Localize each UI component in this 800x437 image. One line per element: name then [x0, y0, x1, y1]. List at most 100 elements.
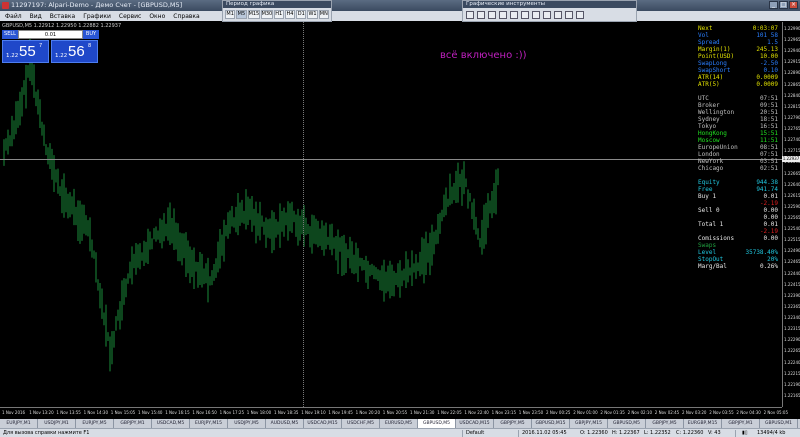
- info-label: Moscow: [698, 137, 720, 144]
- price-tick-label: 1.22965: [784, 37, 800, 43]
- price-tick-label: 1.22790: [784, 114, 800, 120]
- chart-tab[interactable]: GBPJPY,M5: [646, 419, 684, 428]
- crosshair-tool-icon[interactable]: [477, 11, 485, 19]
- ask-big-digits: 56: [68, 43, 85, 60]
- close-button[interactable]: ×: [789, 1, 798, 9]
- info-label: StopOut: [698, 256, 724, 263]
- sell-button[interactable]: SELL: [2, 30, 18, 39]
- chart-tab[interactable]: USDJPY,M1: [38, 419, 76, 428]
- connection-icon: ▮▯: [742, 430, 748, 436]
- chart-tab[interactable]: EURJPY,M15: [190, 419, 228, 428]
- info-value: 941.74: [756, 186, 778, 193]
- menu-help[interactable]: Справка: [173, 13, 199, 20]
- chart-tab[interactable]: GBPUSD,M5: [608, 419, 646, 428]
- timeframe-button-m30[interactable]: M30: [260, 10, 273, 19]
- timeframe-button-m15[interactable]: M15: [247, 10, 260, 19]
- time-tick-label: 1 Nov 16:50: [192, 410, 217, 415]
- price-tick-label: 1.22915: [784, 59, 800, 65]
- window-title: 11297197: Alpari-Demo - Демо Счет - [GBP…: [11, 1, 183, 9]
- info-row: Sydney 18:51: [698, 116, 778, 123]
- timeframe-button-d1[interactable]: D1: [296, 10, 307, 19]
- price-chart[interactable]: GBPUSD,M5 1.22912 1.22950 1.22882 1.2293…: [0, 22, 800, 419]
- info-value: -2.19: [759, 200, 778, 207]
- info-value: 35738.40%: [745, 249, 778, 256]
- info-label: Vol: [698, 32, 709, 39]
- minimize-button[interactable]: _: [769, 1, 778, 9]
- status-profile: Default: [466, 430, 485, 436]
- chart-tab[interactable]: GBPUSD,M1: [760, 419, 798, 428]
- current-price-label: 1.22937: [782, 156, 800, 162]
- price-tick-label: 1.22740: [784, 137, 800, 143]
- chart-tab[interactable]: GBPUSD,M15: [532, 419, 570, 428]
- chart-tab[interactable]: USDJPY,M5: [228, 419, 266, 428]
- chart-tab[interactable]: AUDUSD,M5: [266, 419, 304, 428]
- chart-tab[interactable]: EURUSD,M5: [380, 419, 418, 428]
- chart-tab[interactable]: GBPJPY,M1: [114, 419, 152, 428]
- info-value: 0.00: [763, 214, 778, 221]
- ask-prefix: 1.22: [55, 53, 68, 59]
- chart-tab[interactable]: USDCAD,M15: [304, 419, 342, 428]
- info-value: 0.01: [763, 221, 778, 228]
- chart-tab[interactable]: USDCAD,M15: [456, 419, 494, 428]
- chart-tab[interactable]: USDCHF,M5: [342, 419, 380, 428]
- info-label: Free: [698, 186, 713, 193]
- lot-size-input[interactable]: 0.01: [18, 30, 83, 39]
- chart-tab[interactable]: GBPJPY,M5: [494, 419, 532, 428]
- timeframe-button-m1[interactable]: M1: [225, 10, 236, 19]
- chart-tab[interactable]: USDCAD,M5: [152, 419, 190, 428]
- ask-quote-button[interactable]: 1.22 56 8: [51, 40, 98, 63]
- info-row: -2.19: [698, 200, 778, 207]
- vertical-line-tool-icon[interactable]: [488, 11, 496, 19]
- dropdown-tool-icon[interactable]: [576, 11, 584, 19]
- status-volume: V: 43: [708, 430, 721, 436]
- info-value: 02:51: [759, 165, 778, 172]
- timeframe-button-w1[interactable]: W1: [307, 10, 318, 19]
- info-label: Sydney: [698, 116, 720, 123]
- timeframe-button-h4[interactable]: H4: [284, 10, 296, 19]
- status-high: H: 1.22367: [612, 430, 640, 436]
- info-row: Total 1 0.01: [698, 221, 778, 228]
- timeframe-button-h1[interactable]: H1: [273, 10, 284, 19]
- buy-button[interactable]: BUY: [83, 30, 99, 39]
- trendline-tool-icon[interactable]: [510, 11, 518, 19]
- menu-view[interactable]: Вид: [30, 13, 42, 20]
- menu-tools[interactable]: Сервис: [119, 13, 141, 20]
- info-row: Swaps: [698, 242, 778, 249]
- price-tick-label: 1.22840: [784, 92, 800, 98]
- bid-quote-button[interactable]: 1.22 55 7: [2, 40, 49, 63]
- info-value: 08:51: [759, 144, 778, 151]
- chart-tab[interactable]: GBPJPY,M15: [570, 419, 608, 428]
- menu-insert[interactable]: Вставка: [50, 13, 75, 20]
- timeframe-button-mn[interactable]: MN: [318, 10, 329, 19]
- timeframes-toolbar-title: Период графика: [223, 1, 331, 8]
- info-row: Moscow 11:51: [698, 137, 778, 144]
- time-axis[interactable]: 1 Nov 2016 1 Nov 13:20 1 Nov 13:55 1 Nov 14…: [0, 407, 788, 419]
- bid-prefix: 1.22: [6, 53, 19, 59]
- time-tick-label: 1 Nov 21:30: [410, 410, 435, 415]
- status-close: C: 1.22360: [676, 430, 704, 436]
- horizontal-line-tool-icon[interactable]: [499, 11, 507, 19]
- text-tool-icon[interactable]: [543, 11, 551, 19]
- arrow-tool-icon[interactable]: [565, 11, 573, 19]
- chart-tab[interactable]: GBPUSD,M5: [418, 419, 456, 428]
- current-price-line: [0, 159, 782, 160]
- cursor-tool-icon[interactable]: [466, 11, 474, 19]
- menu-charts[interactable]: Графики: [83, 13, 111, 20]
- info-value: 20:51: [759, 109, 778, 116]
- maximize-button[interactable]: □: [779, 1, 788, 9]
- price-axis[interactable]: 1.22990 1.22965 1.22940 1.22915 1.22890 1.228…: [782, 22, 800, 407]
- chart-tab[interactable]: EURJPY,M5: [76, 419, 114, 428]
- bid-pipette: 7: [39, 43, 43, 49]
- timeframe-button-m5[interactable]: M5: [236, 10, 247, 19]
- fibonacci-tool-icon[interactable]: [532, 11, 540, 19]
- chart-tab[interactable]: GBPJPY,M1: [722, 419, 760, 428]
- price-tick-label: 1.22215: [784, 370, 800, 376]
- chart-tab[interactable]: EURJPY,M1: [0, 419, 38, 428]
- menu-window[interactable]: Окно: [149, 13, 165, 20]
- channel-tool-icon[interactable]: [521, 11, 529, 19]
- label-tool-icon[interactable]: [554, 11, 562, 19]
- info-row: Tokyo 16:51: [698, 123, 778, 130]
- chart-tab[interactable]: EURGBP,M15: [684, 419, 722, 428]
- menu-file[interactable]: Файл: [5, 13, 22, 20]
- info-value: 0.00: [763, 207, 778, 214]
